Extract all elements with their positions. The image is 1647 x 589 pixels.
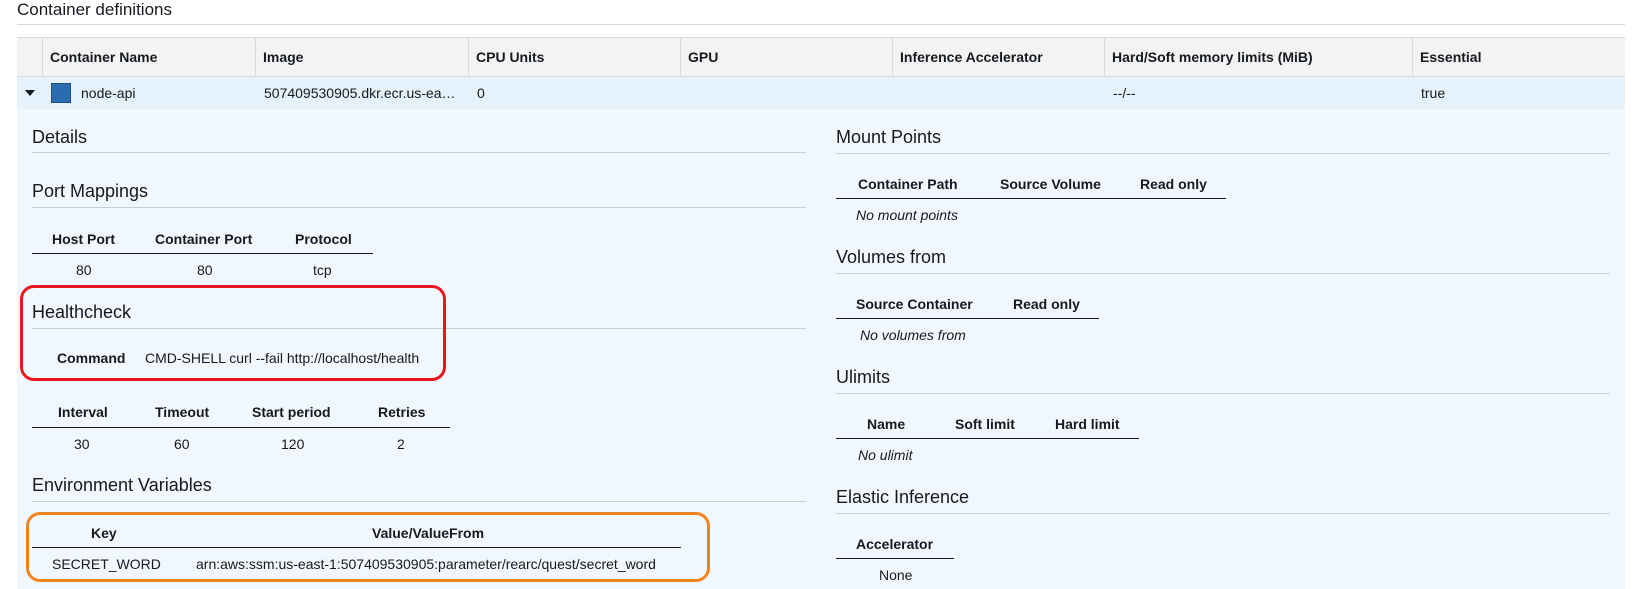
col-header-image[interactable]: Image xyxy=(255,38,303,76)
healthcheck-col-start-period: Start period xyxy=(252,404,331,420)
col-header-inference-accelerator[interactable]: Inference Accelerator xyxy=(892,38,1043,76)
volumes-col-read-only: Read only xyxy=(1013,296,1080,312)
volumes-from-empty: No volumes from xyxy=(860,327,966,343)
ulimits-col-soft-limit: Soft limit xyxy=(955,416,1015,432)
cell-container-name: node-api xyxy=(81,85,136,101)
volumes-from-divider xyxy=(836,273,1610,274)
healthcheck-col-timeout: Timeout xyxy=(155,404,210,420)
col-header-container-name[interactable]: Container Name xyxy=(42,38,157,76)
elastic-accelerator-value: None xyxy=(879,567,913,583)
volumes-col-source-container: Source Container xyxy=(856,296,973,312)
env-value-value: arn:aws:ssm:us-east-1:507409530905:param… xyxy=(196,556,656,572)
cell-gpu xyxy=(689,77,889,109)
elastic-header-underline xyxy=(836,558,954,559)
port-header-underline xyxy=(32,253,373,254)
port-col-container-port: Container Port xyxy=(155,231,253,247)
mount-col-read-only: Read only xyxy=(1140,176,1207,192)
ulimits-header-underline xyxy=(836,438,1139,439)
healthcheck-col-retries: Retries xyxy=(378,404,426,420)
healthcheck-interval-value: 30 xyxy=(74,436,90,452)
container-table-header: Container Name Image CPU Units GPU Infer… xyxy=(17,37,1625,77)
cell-inference-accelerator xyxy=(901,77,1101,109)
healthcheck-command-label: Command xyxy=(57,350,126,366)
env-col-key: Key xyxy=(91,525,117,541)
container-color-icon xyxy=(51,83,71,103)
port-col-protocol: Protocol xyxy=(295,231,352,247)
healthcheck-retries-value: 2 xyxy=(397,436,405,452)
healthcheck-col-interval: Interval xyxy=(58,404,108,420)
col-header-cpu-units[interactable]: CPU Units xyxy=(468,38,544,76)
ulimits-heading: Ulimits xyxy=(836,367,890,387)
cell-essential: true xyxy=(1421,85,1446,101)
port-mappings-divider xyxy=(32,207,806,208)
port-container-port-value: 80 xyxy=(197,262,213,278)
env-key-value: SECRET_WORD xyxy=(52,556,161,572)
mount-points-empty: No mount points xyxy=(856,207,958,223)
mount-points-heading: Mount Points xyxy=(836,127,942,147)
mount-col-container-path: Container Path xyxy=(858,176,958,192)
cell-cpu-units: 0 xyxy=(477,85,485,101)
env-col-value: Value/ValueFrom xyxy=(372,525,485,541)
env-vars-divider xyxy=(32,501,806,502)
healthcheck-timeout-value: 60 xyxy=(174,436,190,452)
ulimits-empty: No ulimit xyxy=(858,447,913,463)
col-header-memory-limits[interactable]: Hard/Soft memory limits (MiB) xyxy=(1104,38,1313,76)
mount-points-divider xyxy=(836,153,1610,154)
details-heading: Details xyxy=(32,127,88,147)
cell-image: 507409530905.dkr.ecr.us-ea… xyxy=(264,85,456,101)
ulimits-col-name: Name xyxy=(867,416,906,432)
mount-col-source-volume: Source Volume xyxy=(1000,176,1101,192)
healthcheck-start-period-value: 120 xyxy=(281,436,305,452)
port-col-host-port: Host Port xyxy=(52,231,115,247)
volumes-header-underline xyxy=(836,318,1099,319)
env-header-underline xyxy=(32,547,681,548)
ulimits-col-hard-limit: Hard limit xyxy=(1055,416,1120,432)
caret-down-icon[interactable] xyxy=(25,90,35,96)
healthcheck-divider xyxy=(32,328,806,329)
elastic-inference-heading: Elastic Inference xyxy=(836,487,970,507)
elastic-col-accelerator: Accelerator xyxy=(856,536,934,552)
section-title: Container definitions xyxy=(17,0,172,19)
port-mappings-heading: Port Mappings xyxy=(32,181,149,201)
cell-memory-limits: --/-- xyxy=(1113,85,1136,101)
title-divider xyxy=(17,24,1625,25)
port-host-port-value: 80 xyxy=(76,262,92,278)
details-divider xyxy=(32,152,806,153)
col-header-essential[interactable]: Essential xyxy=(1412,38,1481,76)
env-vars-heading: Environment Variables xyxy=(32,475,212,495)
healthcheck-header-underline xyxy=(32,427,450,428)
table-row[interactable]: node-api 507409530905.dkr.ecr.us-ea… 0 -… xyxy=(17,77,1625,109)
ulimits-divider xyxy=(836,393,1610,394)
healthcheck-command-value: CMD-SHELL curl --fail http://localhost/h… xyxy=(145,350,420,366)
volumes-from-heading: Volumes from xyxy=(836,247,947,267)
healthcheck-heading: Healthcheck xyxy=(32,302,132,322)
col-header-gpu[interactable]: GPU xyxy=(680,38,718,76)
mount-header-underline xyxy=(836,198,1226,199)
elastic-inference-divider xyxy=(836,513,1610,514)
container-detail-panel xyxy=(17,109,1625,589)
port-protocol-value: tcp xyxy=(313,262,332,278)
